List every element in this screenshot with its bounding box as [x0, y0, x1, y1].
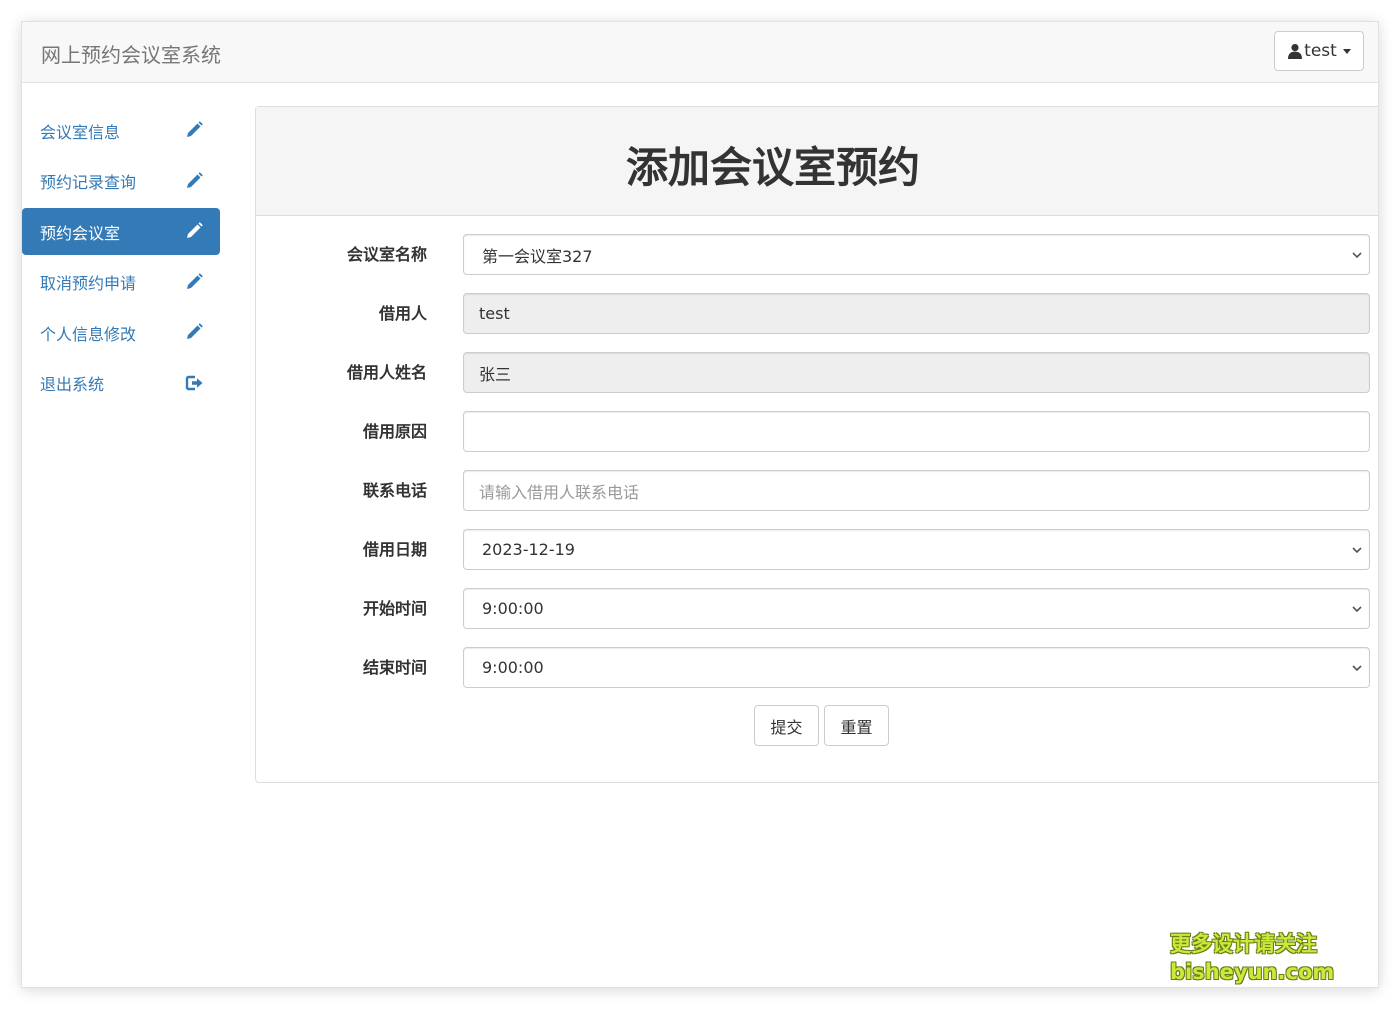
watermark-line1: 更多设计请关注	[1170, 932, 1317, 956]
form-row-start-time: 开始时间 9:00:00	[256, 588, 1378, 630]
end-time-value: 9:00:00	[482, 658, 544, 677]
sidebar-item-label: 个人信息修改	[40, 324, 137, 344]
sidebar-item-profile-edit[interactable]: 个人信息修改	[22, 309, 220, 356]
chevron-down-icon	[1352, 665, 1362, 672]
sidebar-item-label: 会议室信息	[40, 122, 121, 142]
phone-placeholder: 请输入借用人联系电话	[479, 482, 640, 502]
form-row-borrower: 借用人 test	[256, 293, 1378, 335]
start-time-value: 9:00:00	[482, 599, 544, 618]
user-icon	[1287, 43, 1303, 59]
sidebar: 会议室信息 预约记录查询 预约会议室 取消预约申请 个人信息修改 退出系统	[22, 107, 220, 410]
sidebar-item-logout[interactable]: 退出系统	[22, 360, 220, 407]
borrower-label: 借用人	[378, 304, 427, 323]
start-time-label: 开始时间	[362, 599, 427, 618]
phone-label: 联系电话	[362, 481, 427, 500]
submit-button[interactable]: 提交	[754, 705, 819, 746]
end-time-label: 结束时间	[362, 658, 427, 677]
form-row-end-time: 结束时间 9:00:00	[256, 647, 1378, 689]
app-title[interactable]: 网上预约会议室系统	[41, 39, 221, 68]
chevron-down-icon	[1352, 606, 1362, 613]
top-navbar: 网上预约会议室系统 test	[22, 22, 1378, 83]
watermark-line2: bisheyun.com	[1170, 960, 1335, 984]
borrower-field: test	[463, 293, 1370, 334]
room-label: 会议室名称	[346, 245, 427, 264]
borrower-value: test	[479, 304, 510, 323]
sidebar-item-label: 退出系统	[40, 375, 105, 394]
sidebar-item-room-info[interactable]: 会议室信息	[22, 107, 220, 154]
user-name: test	[1304, 41, 1337, 61]
borrower-name-field: 张三	[463, 352, 1370, 393]
watermark: 更多设计请关注 bisheyun.com	[1170, 930, 1340, 986]
borrower-name-label: 借用人姓名	[346, 363, 427, 382]
pencil-icon	[187, 121, 203, 137]
pencil-icon	[187, 171, 203, 188]
date-select[interactable]: 2023-12-19	[463, 529, 1370, 570]
form-row-room: 会议室名称 第一会议室327	[256, 234, 1378, 276]
form-row-phone: 联系电话 请输入借用人联系电话	[256, 470, 1378, 512]
room-select-value: 第一会议室327	[482, 246, 593, 266]
sidebar-item-label: 预约记录查询	[40, 173, 137, 192]
logout-icon	[185, 375, 203, 390]
form-row-borrower-name: 借用人姓名 张三	[256, 352, 1378, 394]
caret-down-icon	[1342, 48, 1351, 54]
sidebar-item-label: 预约会议室	[40, 223, 121, 243]
sidebar-item-book-room[interactable]: 预约会议室	[22, 208, 220, 255]
date-select-value: 2023-12-19	[482, 540, 575, 559]
date-label: 借用日期	[362, 540, 427, 559]
end-time-select[interactable]: 9:00:00	[463, 647, 1370, 688]
form-row-reason: 借用原因	[256, 411, 1378, 453]
pencil-icon	[187, 323, 203, 339]
form-actions: 提交 重置	[256, 705, 1378, 747]
phone-input[interactable]: 请输入借用人联系电话	[463, 470, 1370, 511]
sidebar-item-booking-records[interactable]: 预约记录查询	[22, 158, 220, 205]
chevron-down-icon	[1352, 547, 1362, 554]
pencil-icon	[187, 222, 203, 238]
chevron-down-icon	[1352, 252, 1362, 259]
reason-input[interactable]	[463, 411, 1370, 452]
borrower-name-value: 张三	[479, 364, 512, 384]
pencil-icon	[187, 272, 203, 289]
room-select[interactable]: 第一会议室327	[463, 234, 1370, 275]
reason-label: 借用原因	[362, 422, 427, 441]
user-menu-button[interactable]: test	[1274, 31, 1364, 71]
sidebar-item-label: 取消预约申请	[40, 274, 137, 293]
app-window: 网上预约会议室系统 test 会议室信息 预约记录查询 预约会议室 取消预约申请…	[22, 22, 1378, 987]
page-title: 添加会议室预约	[625, 142, 920, 192]
form-row-date: 借用日期 2023-12-19	[256, 529, 1378, 571]
reset-button[interactable]: 重置	[824, 705, 889, 746]
panel-heading: 添加会议室预约	[256, 107, 1378, 216]
start-time-select[interactable]: 9:00:00	[463, 588, 1370, 629]
sidebar-item-cancel-booking[interactable]: 取消预约申请	[22, 259, 220, 306]
booking-panel: 添加会议室预约 会议室名称 第一会议室327 借用人 test 借用人姓名 张三…	[255, 106, 1378, 783]
